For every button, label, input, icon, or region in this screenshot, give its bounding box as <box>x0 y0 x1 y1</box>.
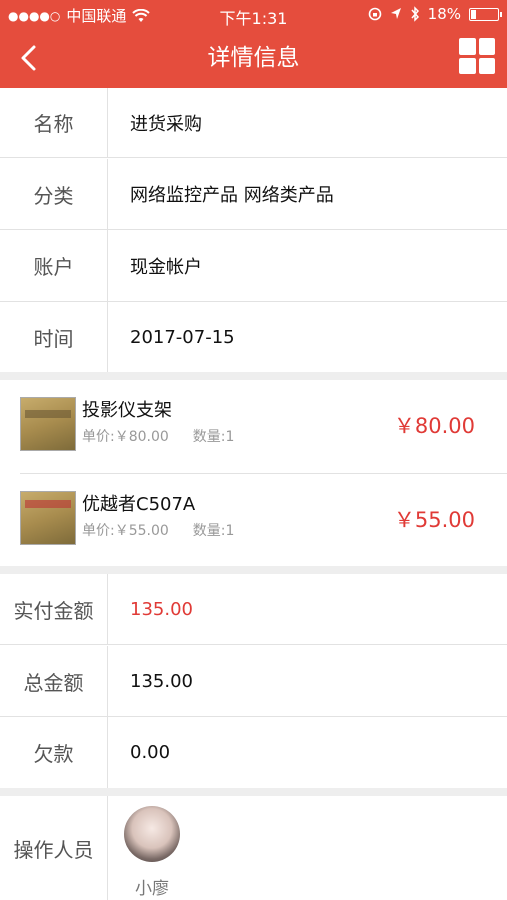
product-name: 优越者C507A <box>82 494 196 515</box>
detail-value: 2017-07-15 <box>130 326 235 348</box>
product-name: 投影仪支架 <box>82 400 172 421</box>
amount-label: 实付金额 <box>0 574 108 644</box>
status-right: 18% <box>368 5 502 23</box>
location-icon <box>390 8 401 19</box>
detail-label: 时间 <box>0 302 108 372</box>
battery-icon <box>469 7 502 21</box>
grid-icon <box>459 38 476 55</box>
amount-value: 135.00 <box>130 598 193 620</box>
operator-section: 操作人员 小廖 <box>0 796 507 900</box>
detail-value: 进货采购 <box>130 113 202 135</box>
amount-row-paid: 实付金额 135.00 <box>0 574 507 645</box>
detail-value: 现金帐户 <box>130 256 202 278</box>
amount-label: 总金额 <box>0 646 108 716</box>
amount-value: 0.00 <box>130 742 171 763</box>
product-meta: 单价:￥80.00 数量:1 <box>82 426 234 446</box>
product-unit-price: 单价:￥55.00 <box>82 523 169 539</box>
detail-row-category: 分类 网络监控产品 网络类产品 <box>0 159 507 230</box>
amount-label: 欠款 <box>0 717 108 788</box>
operator-name: 小廖 <box>135 879 169 899</box>
battery-percent: 18% <box>427 5 461 23</box>
product-quantity: 数量:1 <box>192 429 235 445</box>
grid-icon-cell <box>459 57 476 74</box>
amount-value: 135.00 <box>130 670 193 692</box>
battery-level <box>471 9 476 19</box>
grid-icon-cell <box>478 57 495 74</box>
detail-row-time: 时间 2017-07-15 <box>0 302 507 372</box>
avatar[interactable] <box>124 806 180 862</box>
app-header: ●●●●○ 中国联通 下午1:31 18% 详情信息 <box>0 0 507 88</box>
detail-row-name: 名称 进货采购 <box>0 88 507 158</box>
status-bar: ●●●●○ 中国联通 下午1:31 18% <box>0 0 507 30</box>
products-section: 投影仪支架 单价:￥80.00 数量:1 ￥80.00 优越者C507A 单价:… <box>0 380 507 566</box>
bluetooth-icon <box>411 6 419 22</box>
amount-row-debt: 欠款 0.00 <box>0 717 507 788</box>
product-quantity: 数量:1 <box>192 523 235 539</box>
product-item[interactable]: 投影仪支架 单价:￥80.00 数量:1 ￥80.00 <box>0 380 507 475</box>
operator-row: 操作人员 小廖 <box>0 796 507 900</box>
page-title: 详情信息 <box>207 45 300 71</box>
product-price: ￥55.00 <box>393 508 475 532</box>
detail-label: 账户 <box>0 230 108 301</box>
product-meta: 单价:￥55.00 数量:1 <box>82 520 234 540</box>
grid-menu-button[interactable] <box>459 38 495 74</box>
details-section: 名称 进货采购 分类 网络监控产品 网络类产品 账户 现金帐户 时间 2017-… <box>0 88 507 372</box>
operator-label: 操作人员 <box>0 796 108 900</box>
detail-value: 网络监控产品 网络类产品 <box>130 185 334 206</box>
product-unit-price: 单价:￥80.00 <box>82 429 169 445</box>
product-image <box>20 491 76 545</box>
grid-icon-cell <box>478 38 495 55</box>
detail-row-account: 账户 现金帐户 <box>0 230 507 302</box>
product-price: ￥80.00 <box>393 414 475 438</box>
rotation-lock-icon <box>368 7 381 21</box>
product-item[interactable]: 优越者C507A 单价:￥55.00 数量:1 ￥55.00 <box>0 474 507 569</box>
amounts-section: 实付金额 135.00 总金额 135.00 欠款 0.00 <box>0 574 507 788</box>
product-image <box>20 397 76 451</box>
amount-row-total: 总金额 135.00 <box>0 646 507 717</box>
detail-label: 名称 <box>0 88 108 157</box>
detail-label: 分类 <box>0 159 108 229</box>
